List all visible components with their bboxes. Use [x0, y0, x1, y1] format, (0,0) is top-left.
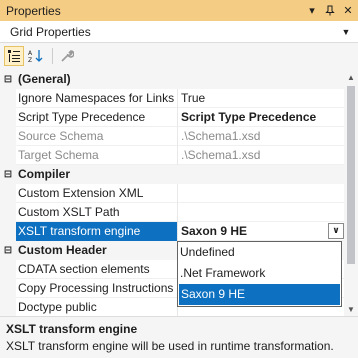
- property-row: Source Schema .\Schema1.xsd: [0, 126, 344, 146]
- properties-title-bar: Properties ▾ ✕: [0, 0, 358, 21]
- window-title: Properties: [6, 3, 61, 18]
- category-label: (General): [18, 71, 71, 86]
- chevron-down-icon[interactable]: ▼: [338, 27, 354, 37]
- window-menu-icon[interactable]: ▾: [304, 3, 320, 19]
- vertical-scrollbar[interactable]: ▲ ▼: [344, 70, 358, 316]
- scroll-thumb[interactable]: [347, 86, 355, 264]
- property-pages-icon[interactable]: [57, 46, 77, 66]
- categorized-icon[interactable]: [4, 46, 24, 66]
- property-name: Custom XSLT Path: [16, 202, 178, 222]
- chevron-down-icon[interactable]: ∨: [328, 222, 344, 239]
- property-name: Custom Extension XML: [16, 183, 178, 203]
- category-compiler[interactable]: ⊟ Compiler: [0, 164, 344, 184]
- property-value: .\Schema1.xsd: [181, 147, 261, 162]
- object-selector-value: Grid Properties: [10, 24, 91, 39]
- property-row-selected[interactable]: XSLT transform engine Saxon 9 HE ∨: [0, 221, 344, 241]
- property-row[interactable]: Custom Extension XML: [0, 183, 344, 203]
- close-icon[interactable]: ✕: [340, 3, 356, 19]
- category-label: Custom Header: [18, 242, 107, 257]
- properties-toolbar: A Z: [0, 43, 358, 69]
- dropdown-option-undefined[interactable]: Undefined: [178, 242, 341, 263]
- description-title: XSLT transform engine: [6, 322, 138, 336]
- svg-text:Z: Z: [28, 57, 32, 63]
- scroll-down-icon[interactable]: ▼: [344, 302, 358, 316]
- collapse-icon[interactable]: ⊟: [0, 70, 16, 89]
- category-label: Compiler: [18, 166, 71, 181]
- property-value[interactable]: [178, 203, 344, 222]
- property-name: Doctype public: [16, 297, 178, 316]
- property-name: Script Type Precedence: [16, 107, 178, 127]
- collapse-icon[interactable]: ⊟: [0, 240, 16, 260]
- property-name: Source Schema: [16, 126, 178, 146]
- object-selector[interactable]: Grid Properties ▼: [0, 21, 358, 43]
- property-value[interactable]: [178, 184, 344, 203]
- property-name: Copy Processing Instructions: [16, 278, 178, 298]
- description-text: XSLT transform engine will be used in ru…: [6, 339, 334, 353]
- description-panel: XSLT transform engine XSLT transform eng…: [0, 316, 358, 358]
- property-value[interactable]: True: [178, 89, 344, 108]
- property-name: Target Schema: [16, 145, 178, 165]
- category-general[interactable]: ⊟ (General): [0, 70, 344, 89]
- alphabetical-icon[interactable]: A Z: [26, 46, 46, 66]
- property-name: CDATA section elements: [16, 259, 178, 279]
- property-value: .\Schema1.xsd: [181, 128, 261, 143]
- collapse-icon[interactable]: ⊟: [0, 164, 16, 184]
- property-row[interactable]: Script Type Precedence Script Type Prece…: [0, 107, 344, 127]
- property-value: Saxon 9 HE: [181, 223, 248, 238]
- property-row[interactable]: Ignore Namespaces for Links True: [0, 88, 344, 108]
- svg-text:A: A: [28, 50, 33, 57]
- property-value[interactable]: Script Type Precedence: [178, 108, 344, 127]
- dropdown-option-saxon[interactable]: Saxon 9 HE: [179, 284, 340, 305]
- dropdown-option-net-framework[interactable]: .Net Framework: [178, 263, 341, 284]
- property-name: Ignore Namespaces for Links: [16, 88, 178, 108]
- scroll-up-icon[interactable]: ▲: [344, 70, 358, 84]
- toolbar-separator: [52, 48, 53, 64]
- pin-icon[interactable]: [322, 3, 338, 19]
- xslt-engine-combo[interactable]: Saxon 9 HE ∨: [178, 222, 344, 241]
- property-row: Target Schema .\Schema1.xsd: [0, 145, 344, 165]
- property-name: XSLT transform engine: [16, 221, 178, 241]
- xslt-engine-dropdown: Undefined .Net Framework Saxon 9 HE: [177, 241, 342, 307]
- property-row[interactable]: Custom XSLT Path: [0, 202, 344, 222]
